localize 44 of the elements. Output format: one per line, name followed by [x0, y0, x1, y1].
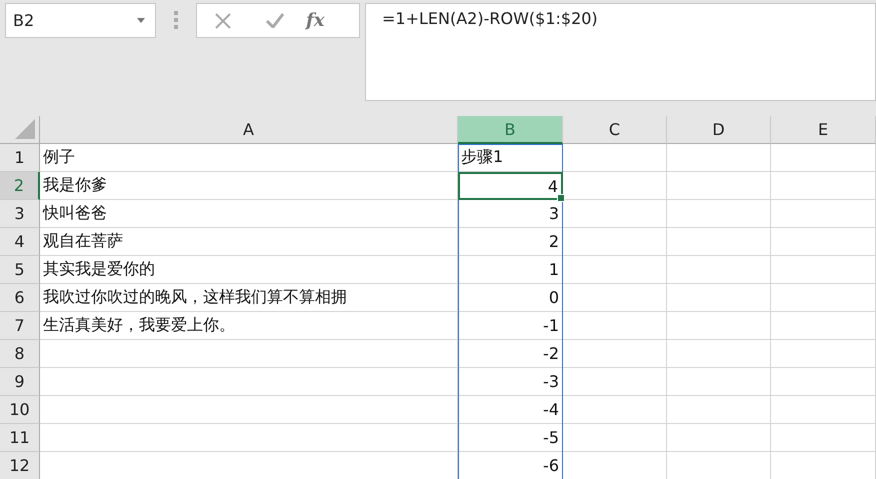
table-cell: -3: [458, 368, 563, 396]
table-cell: 生活真美好，我要爱上你。: [40, 312, 458, 340]
column-header[interactable]: C: [563, 116, 667, 144]
row-header[interactable]: 10: [0, 396, 40, 424]
active-cell[interactable]: 4: [458, 172, 563, 200]
table-cell: -2: [458, 340, 563, 368]
row-header[interactable]: 8: [0, 340, 40, 368]
row-header[interactable]: 7: [0, 312, 40, 340]
drag-handle-icon[interactable]: [174, 11, 178, 29]
table-cell: 1: [458, 256, 563, 284]
column-header[interactable]: B: [458, 116, 563, 144]
column-header[interactable]: D: [667, 116, 771, 144]
table-cell: 观自在菩萨: [40, 228, 458, 256]
insert-function-button[interactable]: fx: [306, 10, 324, 31]
table-cell: -1: [458, 312, 563, 340]
table-cell: 快叫爸爸: [40, 200, 458, 228]
row-header[interactable]: 11: [0, 424, 40, 452]
row-header[interactable]: 12: [0, 452, 40, 479]
table-cell: 其实我是爱你的: [40, 256, 458, 284]
table-cell: -4: [458, 396, 563, 424]
table-cell: 例子: [40, 144, 458, 172]
row-header[interactable]: 6: [0, 284, 40, 312]
table-cell: 我吹过你吹过的晚风，这样我们算不算相拥: [40, 284, 458, 312]
close-icon[interactable]: [215, 12, 231, 28]
table-cell: -6: [458, 452, 563, 479]
fill-handle[interactable]: [557, 194, 565, 202]
name-box[interactable]: B2: [5, 3, 156, 38]
column-header[interactable]: E: [771, 116, 876, 144]
row-header[interactable]: 2: [0, 172, 40, 200]
row-header[interactable]: 3: [0, 200, 40, 228]
table-cell: 我是你爹: [40, 172, 458, 200]
column-header[interactable]: A: [40, 116, 458, 144]
row-header[interactable]: 5: [0, 256, 40, 284]
row-header[interactable]: 4: [0, 228, 40, 256]
checkmark-icon[interactable]: [266, 13, 284, 28]
formula-input-field[interactable]: =1+LEN(A2)-ROW($1:$20): [365, 3, 876, 101]
select-all-icon[interactable]: [15, 119, 35, 139]
table-cell: 0: [458, 284, 563, 312]
table-cell: 2: [458, 228, 563, 256]
cell-reference: B2: [13, 11, 34, 30]
table-cell: -5: [458, 424, 563, 452]
dropdown-caret-icon[interactable]: [137, 18, 145, 23]
row-header[interactable]: 1: [0, 144, 40, 172]
row-header[interactable]: 9: [0, 368, 40, 396]
